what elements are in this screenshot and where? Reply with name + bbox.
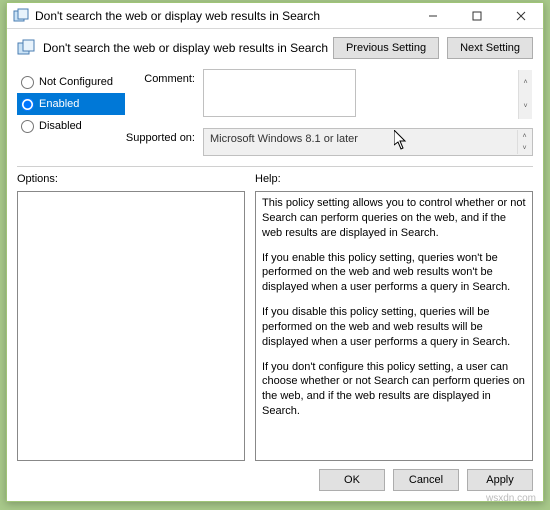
radio-enabled-input[interactable] [21,98,34,111]
options-label: Options: [17,173,255,185]
options-pane [17,191,245,461]
policy-title: Don't search the web or display web resu… [43,41,333,55]
help-text: If you disable this policy setting, quer… [262,305,526,350]
supported-on-text: Microsoft Windows 8.1 or later [210,133,358,145]
ok-button[interactable]: OK [319,469,385,491]
radio-not-configured-label: Not Configured [39,76,113,88]
radio-disabled-input[interactable] [21,120,34,133]
help-label: Help: [255,173,281,185]
comment-input[interactable] [203,69,356,117]
policy-header: Don't search the web or display web resu… [7,29,543,69]
help-text: If you don't configure this policy setti… [262,360,526,419]
comment-label: Comment: [125,69,203,85]
radio-disabled[interactable]: Disabled [17,115,125,137]
separator [17,166,533,167]
window-controls [411,3,543,28]
policy-icon [17,39,35,57]
window-title: Don't search the web or display web resu… [35,9,320,23]
close-button[interactable] [499,3,543,28]
config-area: Not Configured Enabled Disabled Comment:… [7,69,543,156]
previous-setting-button[interactable]: Previous Setting [333,37,439,59]
help-text: This policy setting allows you to contro… [262,196,526,241]
minimize-button[interactable] [411,3,455,28]
watermark: wsxdn.com [486,493,536,504]
state-radios: Not Configured Enabled Disabled [17,69,125,156]
radio-enabled[interactable]: Enabled [17,93,125,115]
supported-on-value: Microsoft Windows 8.1 or later ˄˅ [203,128,533,156]
radio-disabled-label: Disabled [39,120,82,132]
help-text: If you enable this policy setting, queri… [262,251,526,296]
supported-scroll[interactable]: ˄˅ [517,130,531,154]
policy-app-icon [13,8,29,24]
titlebar: Don't search the web or display web resu… [7,3,543,29]
supported-on-label: Supported on: [125,128,203,144]
dialog-window: Don't search the web or display web resu… [6,2,544,502]
dialog-footer: OK Cancel Apply [7,461,543,501]
comment-scroll[interactable]: ˄˅ [518,70,532,119]
next-setting-button[interactable]: Next Setting [447,37,533,59]
maximize-button[interactable] [455,3,499,28]
radio-enabled-label: Enabled [39,98,79,110]
radio-not-configured-input[interactable] [21,76,34,89]
apply-button[interactable]: Apply [467,469,533,491]
cancel-button[interactable]: Cancel [393,469,459,491]
help-pane: This policy setting allows you to contro… [255,191,533,461]
pane-labels: Options: Help: [7,173,543,185]
radio-not-configured[interactable]: Not Configured [17,71,125,93]
